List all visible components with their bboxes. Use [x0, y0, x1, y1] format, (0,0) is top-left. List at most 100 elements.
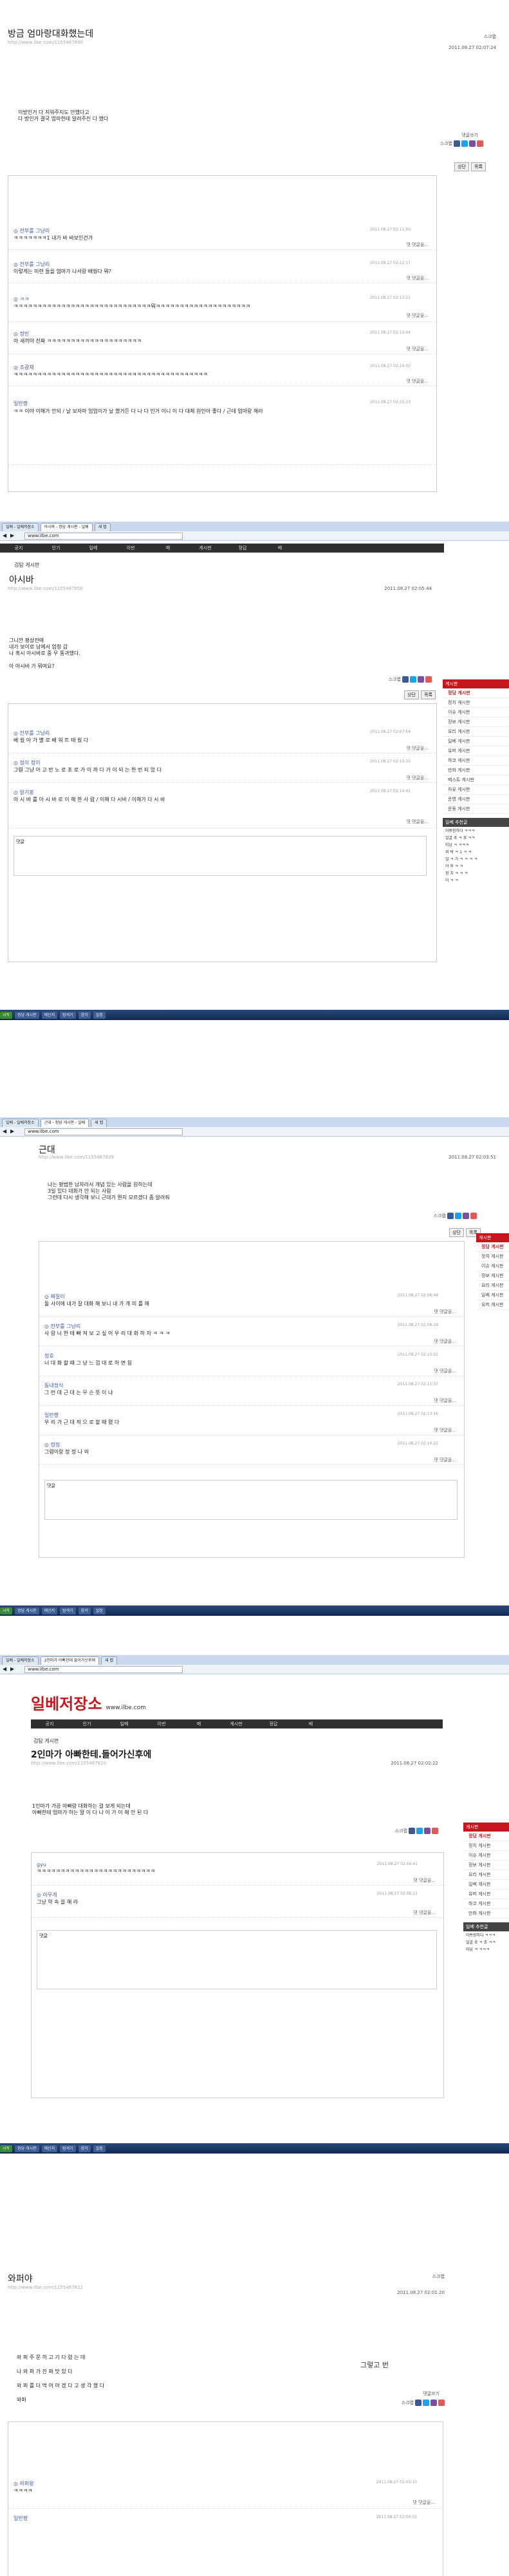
reply-link[interactable]: 댓 댓글을...: [406, 775, 429, 781]
reply-link[interactable]: 댓 댓글을...: [434, 1427, 456, 1434]
twitter-icon[interactable]: [410, 676, 416, 683]
reply-link[interactable]: 댓 댓글을...: [413, 1909, 436, 1916]
nav-item[interactable]: 메: [149, 544, 187, 553]
reply-link[interactable]: 댓 댓글을...: [434, 1309, 456, 1315]
post-url[interactable]: http://www.ilbe.com/1155487850: [0, 586, 83, 591]
reply-link[interactable]: 댓 댓글을...: [406, 378, 429, 384]
sidebar-item[interactable]: 자유 게시판: [443, 785, 509, 795]
browser-tab[interactable]: 일베 - 일베저장소: [2, 1119, 39, 1127]
twitter-icon[interactable]: [423, 2400, 429, 2406]
me2day-icon[interactable]: [469, 140, 476, 147]
nav-item[interactable]: 인기: [37, 544, 75, 553]
me2day-icon[interactable]: [463, 1213, 469, 1219]
yozm-icon[interactable]: [477, 140, 483, 147]
taskbar-item[interactable]: 음악: [78, 1607, 91, 1615]
taskbar-item[interactable]: 음악: [78, 1011, 91, 1019]
nav-item[interactable]: 게시판: [217, 1719, 255, 1728]
nav-item[interactable]: 공지: [0, 544, 37, 553]
nav-item[interactable]: 공지: [31, 1719, 68, 1728]
browser-tab[interactable]: 아시바 - 정담 게시판 - 일베: [40, 523, 93, 531]
browser-tab[interactable]: 일베 - 일베저장소: [2, 523, 39, 531]
reply-link[interactable]: 댓 댓글을...: [406, 242, 429, 248]
site-logo[interactable]: 일베저장소 www.ilbe.com: [31, 1691, 146, 1714]
reply-link[interactable]: 댓 댓글을...: [434, 1338, 456, 1345]
sidebar-item[interactable]: 유머 게시판: [443, 746, 509, 756]
sidebar-item[interactable]: 정치 게시판: [443, 698, 509, 708]
top-button[interactable]: 상단: [404, 690, 419, 699]
me2day-icon[interactable]: [418, 676, 424, 683]
nav-item[interactable]: 정답: [224, 544, 261, 553]
twitter-icon[interactable]: [461, 140, 468, 147]
sidebar-item[interactable]: 만화 게시판: [443, 766, 509, 775]
sidebar-small[interactable]: 이 ㅋ ㅋ: [443, 876, 509, 884]
facebook-icon[interactable]: [409, 1828, 415, 1834]
taskbar-item[interactable]: 메신저: [41, 2145, 58, 2152]
sidebar-small[interactable]: 이쁘장하다 ㅋㅋㅋ: [443, 827, 509, 834]
taskbar-item[interactable]: 탐색기: [60, 1011, 76, 1019]
sidebar-small[interactable]: 정 치 ㅋ ㅋ ㅋ: [443, 869, 509, 876]
sidebar-item[interactable]: 운영 게시판: [443, 795, 509, 804]
list-button[interactable]: 목록: [421, 690, 436, 699]
reply-link[interactable]: 댓 댓글을...: [406, 312, 429, 319]
sidebar-item[interactable]: 정보 게시판: [463, 1861, 509, 1870]
nav-item[interactable]: 베: [292, 1719, 329, 1728]
nav-item[interactable]: 일베: [106, 1719, 143, 1728]
nav-item[interactable]: 이번: [143, 1719, 180, 1728]
taskbar-item[interactable]: 시작: [0, 1607, 13, 1615]
taskbar-item[interactable]: 정담 게시판: [15, 1011, 39, 1019]
sidebar-item[interactable]: 일베 게시판: [443, 737, 509, 746]
browser-tab[interactable]: 새 탭: [91, 1119, 107, 1127]
comment-write-box[interactable]: 댓글: [14, 836, 427, 876]
sidebar-small[interactable]: 얼굴 초 ㅋ 초 ㅋㅋ: [463, 1938, 509, 1946]
yozm-icon[interactable]: [432, 1828, 438, 1834]
sidebar-item[interactable]: 정치 게시판: [463, 1841, 509, 1851]
nav-item[interactable]: 정답: [255, 1719, 292, 1728]
sidebar-item[interactable]: 만화 게시판: [463, 1909, 509, 1918]
nav-item[interactable]: 게시판: [187, 544, 224, 553]
sidebar-item[interactable]: 정담 게시판: [443, 688, 509, 698]
me2day-icon[interactable]: [424, 1828, 430, 1834]
taskbar-item[interactable]: 탐색기: [60, 1607, 76, 1615]
sidebar-small[interactable]: 이쁘장하다 ㅋㅋㅋ: [463, 1931, 509, 1938]
sidebar-item[interactable]: 이슈 게시판: [463, 1851, 509, 1861]
sidebar-item[interactable]: 베스트 게시판: [443, 775, 509, 785]
taskbar-item[interactable]: 탐색기: [60, 2145, 76, 2152]
sidebar-item[interactable]: 요리 게시판: [443, 727, 509, 737]
yozm-icon[interactable]: [425, 676, 432, 683]
comment-write-link[interactable]: 댓글쓰기: [423, 2391, 440, 2397]
browser-tab[interactable]: 새 탭: [101, 1656, 117, 1665]
nav-item[interactable]: 이번: [112, 544, 149, 553]
taskbar-item[interactable]: 메신저: [41, 1011, 58, 1019]
list-button[interactable]: 목록: [471, 162, 486, 171]
sidebar-item[interactable]: 정보 게시판: [476, 1271, 509, 1281]
twitter-icon[interactable]: [416, 1828, 423, 1834]
sidebar-item[interactable]: 요리 게시판: [463, 1870, 509, 1880]
forward-icon[interactable]: ▶: [10, 1666, 14, 1672]
sidebar-item[interactable]: 운동 게시판: [443, 804, 509, 814]
comment-write-link[interactable]: 댓글쓰기: [461, 132, 478, 138]
yozm-icon[interactable]: [470, 1213, 477, 1219]
sidebar-small[interactable]: 미남 ㅋ ㅋㅋㅋ: [463, 1946, 509, 1953]
sidebar-item[interactable]: 정담 게시판: [476, 1242, 509, 1252]
url-input[interactable]: www.ilbe.com: [24, 1666, 183, 1673]
back-icon[interactable]: ◀: [3, 1666, 6, 1672]
browser-tab[interactable]: 새 탭: [94, 523, 111, 531]
reply-link[interactable]: 댓 댓글을...: [434, 1457, 456, 1463]
reply-link[interactable]: 댓 댓글을...: [406, 346, 429, 352]
facebook-icon[interactable]: [447, 1213, 454, 1219]
nav-item[interactable]: 베: [261, 544, 299, 553]
sidebar-item[interactable]: 정치 게시판: [476, 1252, 509, 1262]
top-button[interactable]: 상단: [454, 162, 469, 171]
reply-link[interactable]: 댓 댓글을...: [434, 1397, 456, 1404]
taskbar-item[interactable]: 설정: [93, 2145, 106, 2152]
post-url[interactable]: http://www.ilbe.com/1155487820: [31, 1761, 106, 1766]
comment-write-box[interactable]: 댓글: [44, 1480, 458, 1520]
taskbar-item[interactable]: 음악: [78, 2145, 91, 2152]
forward-icon[interactable]: ▶: [10, 1128, 14, 1134]
taskbar-item[interactable]: 정담 게시판: [15, 1607, 39, 1615]
post-url[interactable]: http://www.ilbe.com/1155487839: [39, 1155, 114, 1160]
sidebar-item[interactable]: 이슈 게시판: [443, 708, 509, 717]
sidebar-small[interactable]: 미남 ㅋ ㅋㅋㅋ: [443, 841, 509, 848]
reply-link[interactable]: 댓 댓글을...: [406, 745, 429, 752]
facebook-icon[interactable]: [454, 140, 460, 147]
